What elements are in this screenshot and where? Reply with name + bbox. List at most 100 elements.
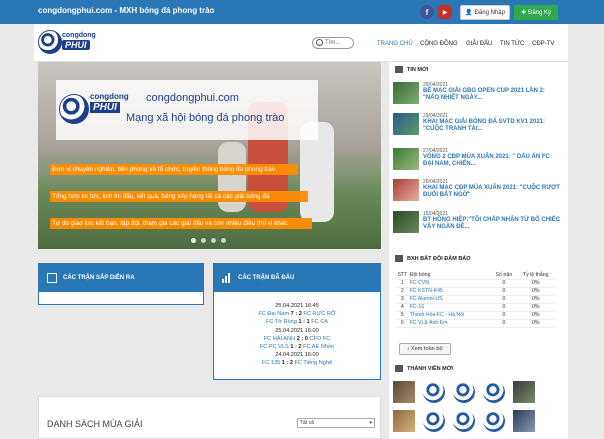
top-bar: congdongphui.com - MXH bóng đá phong trà… (0, 0, 604, 24)
news-title[interactable]: BẾ MẠC GIẢI GBG OPEN CUP 2021 LẦN 2: "NÁ… (423, 88, 561, 102)
hero-slider[interactable]: congdong PHUI congdongphui.com Mạng xã h… (38, 62, 381, 249)
match-score: 7 : 2 (290, 311, 302, 318)
logo-text-top: congdong (62, 32, 96, 39)
match-date: 25.04.2021 16:45 (275, 303, 319, 309)
away-team[interactable]: FC Tiếng Nghệ (295, 360, 333, 366)
news-section-header: TIN MỚI (395, 66, 428, 73)
news-title[interactable]: VÒNG 2 CĐP MÙA XUÂN 2021: " DẤU ẤN FC ĐẠ… (423, 154, 561, 168)
avatar[interactable] (453, 381, 475, 403)
site-title[interactable]: congdongphui.com - MXH bóng đá phong trà… (38, 6, 214, 15)
match-row[interactable]: FC PC VLS 1 : 2 FC AE Nhỏn (214, 343, 380, 351)
match-row[interactable]: FC Đại Nam 7 : 2 FC RỰC RỠ (214, 310, 380, 318)
slider-banner: congdong PHUI congdongphui.com Mạng xã h… (56, 80, 318, 140)
team-cell[interactable]: FC CVN (409, 279, 492, 288)
slider-stripe: Đơn vị chuyên nghiệp, tiên phong về tổ c… (50, 164, 298, 175)
slider-dot[interactable] (211, 238, 216, 243)
panel-header: CÁC TRẬN ĐÃ ĐẤU (214, 264, 380, 292)
news-thumbnail[interactable] (393, 211, 419, 233)
team-cell[interactable]: FC VL& Anh Em (409, 319, 492, 328)
news-item[interactable]: 27/04/2021 VÒNG 2 CĐP MÙA XUÂN 2021: " D… (393, 148, 563, 176)
news-item[interactable]: 29/04/2021 BẾ MẠC GIẢI GBG OPEN CUP 2021… (393, 82, 563, 110)
news-title[interactable]: KHAI MẠC GIẢI BÓNG ĐÁ SVTD KV1 2021: "CU… (423, 119, 561, 133)
avatar[interactable] (393, 381, 415, 403)
banner-logo-top: congdong (90, 92, 129, 101)
calendar-icon (47, 273, 57, 283)
team-cell[interactable]: Thanh Hóa FC - Hà Nội (409, 311, 492, 320)
season-select-value: Tất cả (300, 420, 314, 426)
away-team[interactable]: FC RỰC RỠ (303, 311, 335, 317)
avatar[interactable] (483, 410, 505, 432)
matches-cell: 0 (491, 279, 517, 288)
news-item[interactable]: 29/04/2021 KHAI MẠC GIẢI BÓNG ĐÁ SVTD KV… (393, 113, 563, 141)
search-input[interactable]: Tìm... (312, 37, 354, 49)
news-title[interactable]: BT HỒNG HIỆP:"TÔI CHẤP NHẬN TỪ BỎ CHIẾC … (423, 217, 561, 231)
away-team[interactable]: FC CA (311, 319, 328, 325)
avatar[interactable] (513, 381, 535, 403)
nav-news[interactable]: TIN TỨC (500, 41, 524, 47)
ranking-header-row: STT Đội bóng Số trận Tỷ lệ thắng (395, 271, 555, 280)
team-cell[interactable]: FC Alumni-US (409, 295, 492, 304)
ranking-section-header: BXH BẤT ĐỘI ĐÁM BẢO (395, 255, 471, 262)
avatar[interactable] (513, 410, 535, 432)
nav-community[interactable]: CỘNG ĐỒNG (420, 41, 458, 47)
winrate-cell: 0% (516, 287, 555, 296)
matches-cell: 0 (491, 287, 517, 296)
news-item[interactable]: 26/04/2021 KHAI MẠC CĐP MÙA XUÂN 2021: "… (393, 179, 563, 207)
avatar[interactable] (483, 381, 505, 403)
team-cell[interactable]: FC-16 (409, 303, 492, 312)
home-team[interactable]: FC Đại Nam (258, 311, 289, 317)
news-thumbnail[interactable] (393, 179, 419, 201)
search-placeholder: Tìm... (325, 40, 341, 46)
chevron-right-icon: › (407, 346, 410, 352)
away-team[interactable]: CFO FC (309, 336, 330, 342)
panel-title: CÁC TRẬN ĐÃ ĐẤU (238, 275, 295, 281)
nav-home[interactable]: TRANG CHỦ (377, 41, 413, 47)
avatar[interactable] (423, 410, 445, 432)
winrate-cell: 0% (516, 279, 555, 288)
match-list: 25.04.2021 16:45 FC Đại Nam 7 : 2 FC RỰC… (214, 292, 380, 368)
members-section-header: THÀNH VIÊN MỚI (395, 365, 453, 372)
slider-dot[interactable] (191, 238, 196, 243)
news-item[interactable]: 15/04/2021 BT HỒNG HIỆP:"TÔI CHẤP NHẬN T… (393, 211, 563, 239)
ranking-table: STT Đội bóng Số trận Tỷ lệ thắng 1 FC CVN… (395, 271, 555, 328)
avatar[interactable] (453, 410, 475, 432)
right-sidebar: TIN MỚI 29/04/2021 BẾ MẠC GIẢI GBG OPEN … (389, 62, 568, 439)
upcoming-matches-panel: CÁC TRẬN SẮP DIỄN RA (38, 263, 204, 305)
nav-tournaments[interactable]: GIẢI ĐẤU (466, 41, 492, 47)
match-row[interactable]: FC 135 1 : 2 FC Tiếng Nghệ (214, 359, 380, 367)
slider-stripe: Tự do giao lưu kết bạn, tập đội, tham gi… (50, 218, 312, 229)
panel-header: CÁC TRẬN SẮP DIỄN RA (39, 264, 203, 292)
match-score: 1 : 1 (298, 319, 310, 326)
avatar[interactable] (423, 381, 445, 403)
news-thumbnail[interactable] (393, 148, 419, 170)
rank-cell: 6 (395, 319, 410, 328)
news-thumbnail[interactable] (393, 82, 419, 104)
slider-dot[interactable] (221, 238, 226, 243)
nav-cdp-tv[interactable]: CĐP-TV (532, 41, 554, 47)
facebook-icon[interactable]: f (420, 5, 434, 19)
youtube-icon[interactable]: ▶ (438, 5, 452, 19)
login-label: Đăng Nhập (474, 9, 505, 16)
site-logo[interactable]: congdong PHUI (38, 30, 98, 56)
banner-url: congdongphui.com (146, 92, 239, 104)
home-team[interactable]: FC Tờ Rồng (266, 319, 297, 325)
members-section-title: THÀNH VIÊN MỚI (407, 365, 453, 372)
view-all-button[interactable]: › Xem toàn bộ (399, 343, 451, 355)
table-row: 5 Thanh Hóa FC - Hà Nội 0 0% (395, 311, 555, 320)
login-button[interactable]: 👤 Đăng Nhập (460, 5, 510, 20)
news-title[interactable]: KHAI MẠC CĐP MÙA XUÂN 2021: "CUỘC RƯỢT Đ… (423, 185, 561, 199)
users-icon (395, 365, 403, 372)
avatar[interactable] (393, 410, 415, 432)
home-team[interactable]: FC PC VLS (260, 344, 289, 350)
match-row[interactable]: FC Tờ Rồng 1 : 1 FC CA (214, 318, 380, 326)
away-team[interactable]: FC AE Nhỏn (303, 344, 334, 350)
news-thumbnail[interactable] (393, 113, 419, 135)
match-row[interactable]: FC HẢI ANH 2 : 0 CFO FC (214, 335, 380, 343)
played-matches-panel: CÁC TRẬN ĐÃ ĐẤU 25.04.2021 16:45 FC Đại … (213, 263, 381, 380)
season-select[interactable]: Tất cả ▾ (297, 418, 375, 428)
home-team[interactable]: FC 135 (262, 360, 280, 366)
slider-dot[interactable] (201, 238, 206, 243)
register-button[interactable]: ✚ Đăng Ký (514, 5, 558, 20)
home-team[interactable]: FC HẢI ANH (264, 336, 295, 342)
team-cell[interactable]: FC KSTN-K45 (409, 287, 492, 296)
